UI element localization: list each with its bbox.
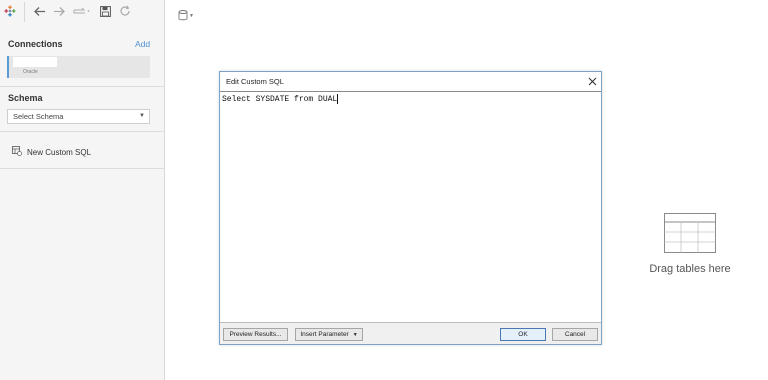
back-arrow-icon[interactable] [33,3,46,19]
dropdown-arrow-icon: ▼ [189,12,194,19]
new-custom-sql-item[interactable]: New Custom SQL [12,146,91,158]
connection-name [13,57,57,67]
tableau-logo-icon[interactable] [4,3,16,19]
redirect-icon[interactable] [73,3,91,19]
dialog-footer: Preview Results... Insert Parameter ▼ OK… [220,323,601,344]
connection-item[interactable]: Oracle [7,56,150,78]
cancel-button[interactable]: Cancel [552,328,598,341]
new-custom-sql-label: New Custom SQL [27,147,92,157]
insert-parameter-button[interactable]: Insert Parameter ▼ [295,328,363,341]
preview-results-label: Preview Results... [229,331,282,338]
preview-results-button[interactable]: Preview Results... [223,328,288,341]
toolbar-separator [24,2,25,22]
schema-select[interactable]: Select Schema ▼ [7,109,150,124]
refresh-icon[interactable] [119,3,131,19]
schema-select-value: Select Schema [13,112,64,121]
sql-query-text: Select SYSDATE from DUAL [222,95,338,105]
drop-zone[interactable]: Drag tables here [640,213,740,275]
forward-arrow-icon[interactable] [53,3,66,19]
cancel-label: Cancel [564,331,586,338]
dialog-title: Edit Custom SQL [226,77,284,86]
toolbar [0,0,165,24]
add-connection-link[interactable]: Add [135,39,150,49]
section-divider [0,86,164,87]
section-divider [0,168,164,169]
data-source-sidebar: Connections Add Oracle Schema Select Sch… [0,0,165,380]
text-caret [337,94,339,104]
chevron-down-icon: ▼ [139,113,145,119]
section-divider [0,131,164,132]
table-placeholder-icon [664,213,716,253]
dropdown-arrow-icon: ▼ [352,331,358,338]
drag-tables-hint: Drag tables here [649,263,731,275]
ok-label: OK [518,331,528,338]
connections-heading: Connections [8,39,63,49]
custom-sql-icon [12,146,22,158]
database-icon[interactable]: ▼ [178,10,194,21]
insert-parameter-label: Insert Parameter [300,331,349,338]
edit-custom-sql-dialog: Edit Custom SQL Select SYSDATE from DUAL… [219,71,602,345]
schema-heading: Schema [8,93,43,103]
save-icon[interactable] [100,3,111,19]
ok-button[interactable]: OK [500,328,546,341]
connection-type: Oracle [23,69,38,75]
close-icon[interactable] [584,73,600,89]
sql-editor[interactable]: Select SYSDATE from DUAL [220,91,601,323]
